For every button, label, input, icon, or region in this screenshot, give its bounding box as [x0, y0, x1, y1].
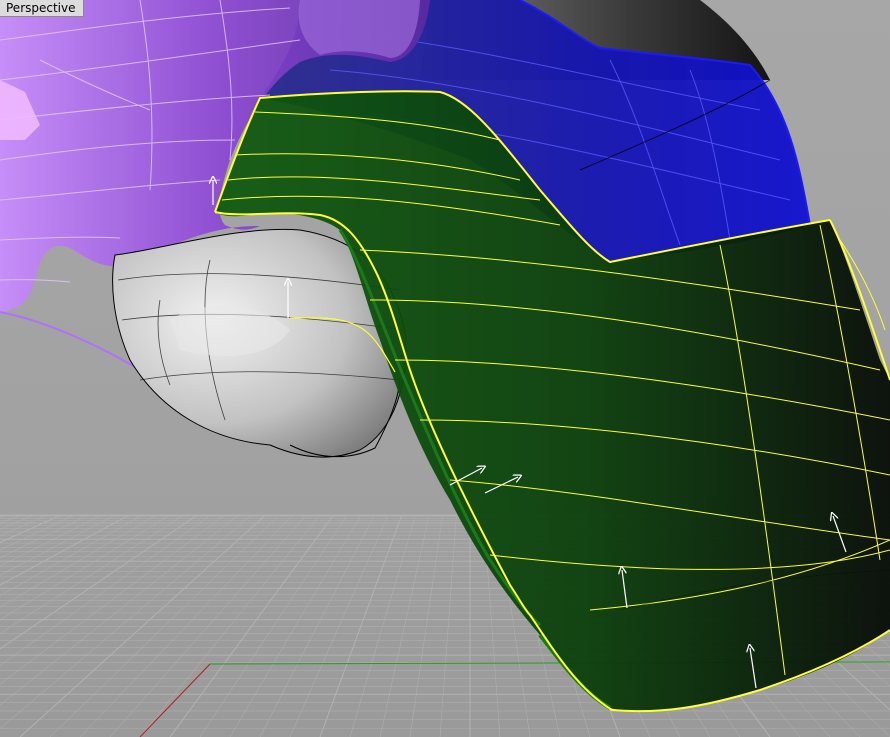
- grid-line: [0, 514, 157, 608]
- grid-line: [0, 514, 184, 634]
- grid-line: [0, 514, 34, 530]
- grid-line: [0, 514, 143, 596]
- grid-line: [0, 514, 116, 576]
- grid-line: [229, 514, 362, 737]
- grid-line: [199, 514, 348, 737]
- grid-line: [0, 514, 171, 621]
- grid-line: [409, 514, 443, 737]
- model-scene[interactable]: [0, 0, 890, 737]
- grid-line: [439, 514, 457, 737]
- grid-line: [0, 514, 252, 729]
- grid-line: [0, 514, 89, 559]
- grid-line: [139, 514, 321, 737]
- grid-line: [0, 514, 75, 551]
- grid-line: [379, 514, 430, 737]
- grid-line: [79, 514, 293, 737]
- grid-line: [0, 514, 102, 567]
- viewport-title-tab[interactable]: Perspective: [0, 0, 84, 17]
- grid-line: [169, 514, 335, 737]
- grid-line: [0, 514, 48, 536]
- grid-line: [349, 514, 416, 737]
- x-axis-line: [139, 663, 211, 737]
- grid-line: [289, 514, 389, 737]
- grid-line: [0, 514, 212, 666]
- grid-line: [319, 514, 403, 737]
- perspective-viewport[interactable]: Perspective: [0, 0, 890, 737]
- grid-line: [19, 514, 266, 737]
